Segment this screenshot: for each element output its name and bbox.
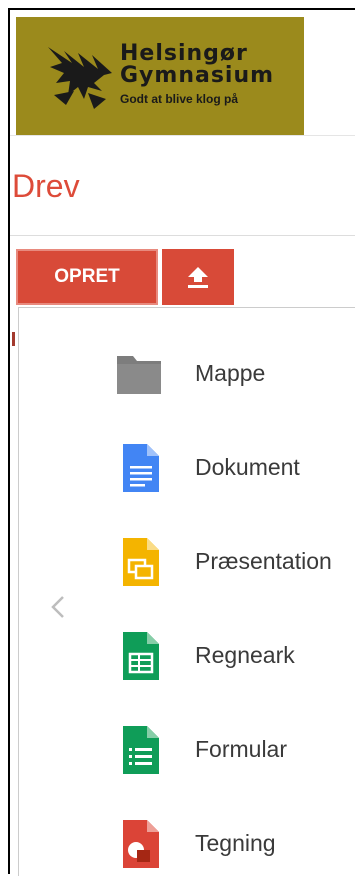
menu-item-drawing[interactable]: Tegning (19, 802, 355, 882)
menu-item-label: Præsentation (195, 548, 332, 574)
document-icon (123, 444, 159, 492)
menu-item-form[interactable]: Formular (19, 708, 355, 788)
menu-item-label: Mappe (195, 360, 266, 386)
create-menu: Mappe Dokument Præsentation Regneark For… (18, 307, 355, 876)
form-icon (123, 726, 159, 774)
create-button[interactable]: OPRET (16, 249, 158, 305)
presentation-icon (123, 538, 159, 586)
menu-item-document[interactable]: Dokument (19, 426, 355, 506)
crest-icon (48, 47, 112, 109)
app-frame: Helsingør Gymnasium Godt at blive klog p… (8, 8, 355, 876)
menu-item-folder[interactable]: Mappe (19, 332, 355, 412)
menu-item-spreadsheet[interactable]: Regneark (19, 614, 355, 694)
logo-tagline: Godt at blive klog på (120, 92, 239, 106)
app-title[interactable]: Drev (12, 168, 80, 204)
upload-button[interactable] (162, 249, 234, 305)
header-divider (10, 135, 355, 136)
toolbar-divider (10, 235, 355, 236)
logo-name-line2: Gymnasium (120, 63, 275, 88)
upload-icon (188, 267, 208, 288)
logo-text: Helsingør Gymnasium Godt at blive klog p… (120, 41, 275, 107)
menu-item-label: Dokument (195, 454, 300, 480)
school-logo[interactable]: Helsingør Gymnasium Godt at blive klog p… (16, 17, 304, 135)
sidebar-edge-marker (12, 332, 15, 346)
menu-item-presentation[interactable]: Præsentation (19, 520, 355, 600)
spreadsheet-icon (123, 632, 159, 680)
menu-item-label: Tegning (195, 830, 276, 856)
drawing-icon (123, 820, 159, 868)
folder-icon (117, 356, 161, 394)
menu-item-label: Regneark (195, 642, 295, 668)
menu-item-label: Formular (195, 736, 288, 762)
logo-name-line1: Helsingør (120, 41, 248, 66)
